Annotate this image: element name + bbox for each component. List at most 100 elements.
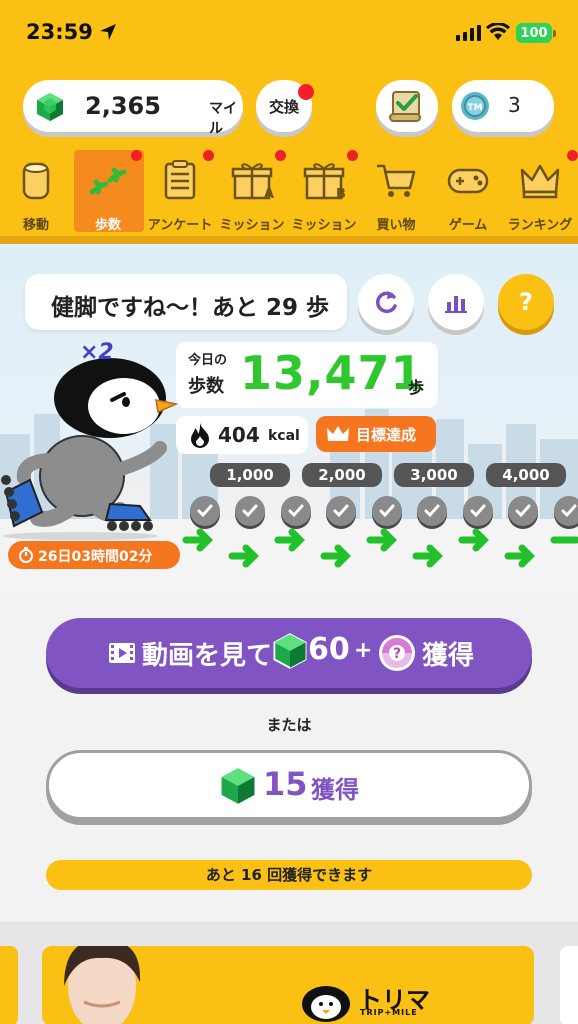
exchange-button[interactable]: 交換 <box>256 80 314 132</box>
check-icon <box>326 496 356 526</box>
nav-item-ranking[interactable]: ランキング <box>504 150 578 234</box>
gamepad-icon <box>447 168 489 194</box>
nav-item-survey[interactable]: アンケート <box>144 150 216 234</box>
nav-item-mission-b[interactable]: B ミッション <box>288 150 360 234</box>
miles-value: 2,365 <box>85 92 161 120</box>
steps-panel: 健脚ですね〜！あと 29 歩 ? ×2 今日の 歩数 13,471 歩 404 … <box>0 244 578 594</box>
countdown-text: 26日03時間02分 <box>38 549 153 565</box>
category-nav: 移動 歩数 アンケート A ミッション B ミッション 買い物 ゲーム ランキン… <box>0 150 578 234</box>
nav-label: 歩数 <box>94 218 121 233</box>
goal-achieved-badge: 目標達成 <box>316 416 436 452</box>
bar-chart-icon <box>445 296 467 313</box>
nav-item-game[interactable]: ゲーム <box>432 150 504 234</box>
coin-count: 3 <box>508 93 521 117</box>
help-button[interactable]: ? <box>498 274 554 330</box>
watch-video-button[interactable]: 動画を見て 60 + ? 獲得 <box>46 618 532 688</box>
mystery-ball-icon: ? <box>379 635 415 671</box>
milestone-label: 4,000 <box>486 463 566 487</box>
check-icon <box>190 496 220 526</box>
coin-icon: TM <box>461 92 489 120</box>
goal-label: 目標達成 <box>356 426 417 444</box>
check-icon <box>417 496 447 526</box>
check-icon <box>281 496 311 526</box>
milestone-label: 1,000 <box>210 463 290 487</box>
notification-dot <box>298 84 314 100</box>
coin-balance[interactable]: TM 3 <box>452 80 554 132</box>
footprints-icon <box>89 167 127 195</box>
banner-carousel-next[interactable] <box>560 946 578 1024</box>
claim-gems-button[interactable]: 15 獲得 <box>46 750 532 820</box>
nav-label: アンケート <box>147 218 213 233</box>
crown-icon <box>520 164 560 199</box>
location-arrow-icon <box>100 24 116 40</box>
status-time: 23:59 <box>26 20 93 44</box>
svg-text:A: A <box>264 187 274 202</box>
video-plus: + <box>354 638 373 663</box>
svg-text:TM: TM <box>467 103 482 113</box>
nav-label: ミッション <box>219 218 285 233</box>
stats-button[interactable] <box>428 274 484 330</box>
gift-b-icon: B <box>303 163 346 202</box>
steps-label: 歩数 <box>188 376 224 397</box>
crown-icon <box>327 426 349 441</box>
notification-dot <box>131 150 142 161</box>
notification-dot <box>567 150 578 161</box>
miles-balance[interactable]: 2,365 マイル <box>23 80 243 137</box>
cart-icon <box>377 164 416 197</box>
milestone-label: 2,000 <box>302 463 382 487</box>
gem-icon <box>221 768 255 804</box>
header-divider <box>0 236 578 244</box>
banner-carousel-prev[interactable] <box>0 946 18 1024</box>
check-icon <box>508 496 538 526</box>
cellular-signal-icon <box>456 25 481 41</box>
penguin-mascot <box>1 358 179 540</box>
stopwatch-icon <box>19 547 33 563</box>
speech-bubble: 健脚ですね〜！あと 29 歩 <box>25 274 347 330</box>
fire-icon <box>191 423 209 448</box>
video-label: 動画を見て <box>142 641 273 671</box>
steps-counter-card: 今日の 歩数 13,471 歩 <box>176 342 438 408</box>
svg-text:B: B <box>336 187 346 202</box>
kcal-value: 404 <box>218 423 260 447</box>
check-icon <box>463 496 493 526</box>
check-icon <box>235 496 265 526</box>
remaining-count-bar: あと 16 回獲得できます <box>46 860 532 890</box>
gem-amount: 15 <box>263 765 308 803</box>
history-button[interactable] <box>376 80 438 132</box>
wifi-icon <box>486 23 510 40</box>
miles-unit: マイル <box>209 101 237 137</box>
multiplier-badge: ×2 <box>80 340 114 365</box>
clipboard-icon <box>164 160 196 200</box>
nav-label: ゲーム <box>448 218 488 233</box>
nav-label: ランキング <box>507 218 573 233</box>
top-header: 23:59 100 2,365 マイル 交換 TM 3 移動 歩数 アンケート … <box>0 0 578 244</box>
banner-subtitle: TRIP+MILE <box>360 1008 418 1017</box>
notification-dot <box>203 150 214 161</box>
nav-item-move[interactable]: 移動 <box>0 150 72 234</box>
nav-item-shopping[interactable]: 買い物 <box>360 150 432 234</box>
nav-label: ミッション <box>291 218 357 233</box>
film-icon <box>109 643 135 663</box>
status-bar: 23:59 100 <box>0 0 578 62</box>
person-photo <box>64 946 141 1024</box>
nav-label: 買い物 <box>376 218 416 233</box>
today-label: 今日の <box>188 353 228 368</box>
nav-label: 移動 <box>22 218 49 233</box>
promo-banner[interactable]: トリマ TRIP+MILE <box>42 946 534 1024</box>
steps-count: 13,471 <box>240 346 424 400</box>
notification-dot <box>347 150 358 161</box>
refresh-button[interactable] <box>358 274 414 330</box>
can-icon <box>22 162 50 200</box>
nav-item-mission-a[interactable]: A ミッション <box>216 150 288 234</box>
speech-text: 健脚ですね〜！あと 29 歩 <box>51 295 330 321</box>
gem-icon <box>273 633 307 669</box>
exchange-label: 交換 <box>268 97 299 116</box>
gift-a-icon: A <box>231 163 274 202</box>
svg-text:?: ? <box>393 646 401 662</box>
milestone-label: 3,000 <box>394 463 474 487</box>
penguin-logo-icon <box>302 986 350 1022</box>
nav-item-steps[interactable]: 歩数 <box>72 150 144 234</box>
countdown-timer: 26日03時間02分 <box>8 541 180 569</box>
footprints-trail <box>182 528 578 568</box>
battery-indicator: 100 <box>516 23 556 43</box>
